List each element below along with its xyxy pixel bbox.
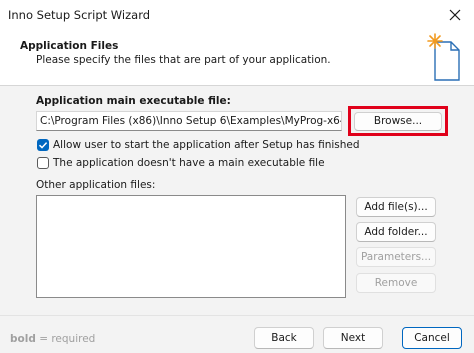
- back-button[interactable]: Back: [254, 327, 314, 349]
- legend-rest: = required: [35, 333, 96, 345]
- next-button[interactable]: Next: [323, 327, 383, 349]
- no-exe-checkbox[interactable]: [37, 157, 49, 169]
- add-folder-button[interactable]: Add folder...: [356, 222, 436, 242]
- other-files-list[interactable]: [36, 195, 346, 298]
- wizard-header: Application Files Please specify the fil…: [0, 30, 474, 86]
- window-title: Inno Setup Script Wizard: [8, 8, 151, 22]
- legend-bold: bold: [10, 333, 36, 345]
- exe-path-field[interactable]: C:\Program Files (x86)\Inno Setup 6\Exam…: [36, 111, 342, 131]
- wizard-footer: bold = required Back Next Cancel: [0, 315, 474, 353]
- page-title: Application Files: [20, 40, 119, 52]
- new-document-icon: [427, 33, 460, 81]
- exe-label: Application main executable file:: [36, 95, 231, 107]
- required-legend: bold = required: [10, 333, 95, 345]
- parameters-button[interactable]: Parameters...: [356, 247, 436, 267]
- other-files-label: Other application files:: [36, 179, 156, 191]
- title-bar: Inno Setup Script Wizard: [0, 0, 474, 30]
- allow-start-checkbox[interactable]: [37, 139, 49, 151]
- remove-button[interactable]: Remove: [356, 273, 436, 293]
- no-exe-label[interactable]: The application doesn't have a main exec…: [53, 157, 325, 169]
- checkmark-icon: [38, 142, 48, 149]
- wizard-window: Inno Setup Script Wizard Application Fil…: [0, 0, 474, 353]
- cancel-button[interactable]: Cancel: [402, 327, 462, 349]
- wizard-body: Application main executable file: C:\Pro…: [0, 87, 474, 315]
- browse-button[interactable]: Browse...: [354, 112, 442, 131]
- page-subtitle: Please specify the files that are part o…: [36, 54, 331, 66]
- close-icon[interactable]: [446, 6, 464, 24]
- allow-start-label[interactable]: Allow user to start the application afte…: [53, 139, 360, 151]
- add-files-button[interactable]: Add file(s)...: [356, 197, 436, 217]
